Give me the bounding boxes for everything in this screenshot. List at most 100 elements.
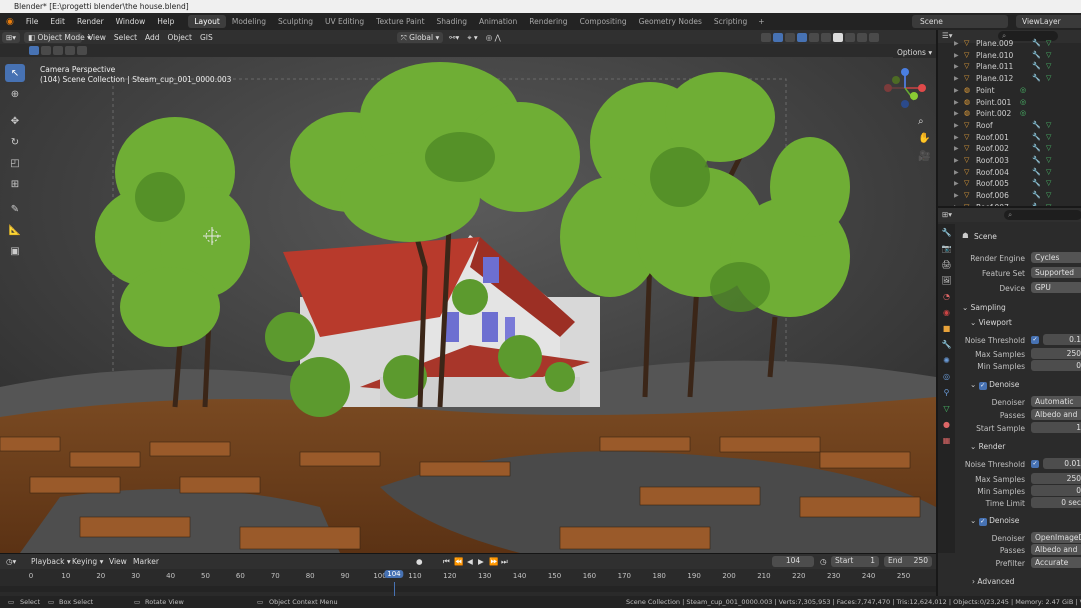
expand-arrow-icon[interactable]: ▶ <box>954 73 959 85</box>
use-preview-range-icon[interactable]: ◷ <box>820 557 827 566</box>
vp-max-samples-field[interactable]: 250 <box>1031 348 1081 359</box>
current-frame-field[interactable]: 104 <box>772 556 814 567</box>
vp-denoiser-dropdown[interactable]: Automatic <box>1031 396 1081 407</box>
modifier-icon[interactable]: 🔧 <box>1032 155 1041 167</box>
tab-animation[interactable]: Animation <box>473 15 523 28</box>
material-tab-icon[interactable]: ● <box>938 416 955 432</box>
add-cube-tool-icon[interactable]: ▣ <box>5 242 25 260</box>
outliner-item[interactable]: ▶ ▽ Roof.004 🔧 ▽ <box>938 167 1081 179</box>
expand-arrow-icon[interactable]: ▶ <box>954 155 959 167</box>
zoom-icon[interactable]: ⌕ <box>918 116 924 127</box>
properties-editor-type-icon[interactable]: ⊞▾ <box>942 210 952 219</box>
end-frame-field[interactable]: End 250 <box>884 556 932 567</box>
select-mode-invert-icon[interactable] <box>65 46 75 55</box>
vp-noise-threshold-checkbox[interactable]: ✓ <box>1031 336 1039 344</box>
menu-help[interactable]: Help <box>151 17 180 26</box>
modifier-icon[interactable]: 🔧 <box>1032 132 1041 144</box>
constraints-tab-icon[interactable]: ⚲ <box>938 384 955 400</box>
expand-arrow-icon[interactable]: ▶ <box>954 38 959 50</box>
expand-arrow-icon[interactable]: ▶ <box>954 190 959 202</box>
modifier-icon[interactable]: 🔧 <box>1032 120 1041 132</box>
modifier-icon[interactable]: 🔧 <box>1032 38 1041 50</box>
gizmo-toggle-icon[interactable] <box>772 32 783 42</box>
physics-tab-icon[interactable]: ◎ <box>938 368 955 384</box>
shading-solid-icon[interactable] <box>832 32 843 42</box>
tool-tab-icon[interactable]: 🔧 <box>938 224 955 240</box>
menu-edit[interactable]: Edit <box>44 17 71 26</box>
tab-sculpting[interactable]: Sculpting <box>272 15 319 28</box>
outliner-item[interactable]: ▶ ◍ Point ◎ <box>938 85 1081 97</box>
mesh-data-icon[interactable]: ▽ <box>1046 143 1051 155</box>
record-icon[interactable]: ● <box>416 557 423 566</box>
r-min-samples-field[interactable]: 0 <box>1031 485 1081 496</box>
scale-tool-icon[interactable]: ◰ <box>5 154 25 172</box>
vp-passes-dropdown[interactable]: Albedo and Norm <box>1031 409 1081 420</box>
play-reverse-icon[interactable]: ◀ <box>467 557 473 566</box>
play-icon[interactable]: ▶ <box>478 557 484 566</box>
r-noise-threshold-checkbox[interactable]: ✓ <box>1031 460 1039 468</box>
outliner-item[interactable]: ▶ ▽ Plane.011 🔧 ▽ <box>938 61 1081 73</box>
r-max-samples-field[interactable]: 250 <box>1031 473 1081 484</box>
tab-shading[interactable]: Shading <box>431 15 473 28</box>
transform-orientation-dropdown[interactable]: ⤧ Global ▾ <box>396 31 444 43</box>
editor-type-button[interactable]: ⊞▾ <box>2 31 21 43</box>
overlay-toggle-icon[interactable] <box>784 32 795 42</box>
menu-object[interactable]: Object <box>164 32 196 43</box>
vp-start-sample-field[interactable]: 1 <box>1031 422 1081 433</box>
start-frame-field[interactable]: Start 1 <box>831 556 879 567</box>
modifier-icon[interactable]: 🔧 <box>1032 50 1041 62</box>
modifier-icon[interactable]: 🔧 <box>1032 190 1041 202</box>
playhead[interactable]: 104 <box>384 570 404 578</box>
scene-tab-icon[interactable]: ◔ <box>938 288 955 304</box>
mesh-data-icon[interactable]: ▽ <box>1046 120 1051 132</box>
tab-geometry-nodes[interactable]: Geometry Nodes <box>633 15 708 28</box>
pan-hand-icon[interactable]: ✋ <box>918 133 930 144</box>
expand-arrow-icon[interactable]: ▶ <box>954 120 959 132</box>
modifier-icon[interactable]: 🔧 <box>1032 167 1041 179</box>
xray-icon[interactable] <box>808 32 819 42</box>
menu-add[interactable]: Add <box>141 32 164 43</box>
outliner-item[interactable]: ▶ ◍ Point.001 ◎ <box>938 97 1081 109</box>
blender-logo-icon[interactable]: ◉ <box>0 17 20 27</box>
pivot-icon[interactable]: ⚯▾ <box>445 32 463 43</box>
render-subpanel-header[interactable]: ⌄ Render <box>970 442 1005 451</box>
select-mode-intersect-icon[interactable] <box>77 46 87 55</box>
vp-noise-threshold-field[interactable]: 0.1 <box>1043 334 1081 345</box>
overlay-dropdown-icon[interactable] <box>796 32 807 42</box>
select-tool-icon[interactable]: ↖ <box>5 64 25 82</box>
view-layer-tab-icon[interactable]: 🖼 <box>938 272 955 288</box>
view-layer-selector[interactable]: ViewLayer <box>1016 15 1081 28</box>
expand-arrow-icon[interactable]: ▶ <box>954 85 959 97</box>
mode-dropdown[interactable]: ◧ Object Mode ▾ <box>24 31 91 43</box>
menu-playback[interactable]: Playback ▾ <box>31 557 71 566</box>
texture-tab-icon[interactable]: ▦ <box>938 432 955 448</box>
measure-tool-icon[interactable]: 📐 <box>5 221 25 239</box>
expand-arrow-icon[interactable]: ▶ <box>954 167 959 179</box>
modifier-icon[interactable]: 🔧 <box>1032 61 1041 73</box>
menu-file[interactable]: File <box>20 17 45 26</box>
timeline-scrollbar[interactable] <box>0 586 936 592</box>
shading-options-icon[interactable] <box>868 32 879 42</box>
proportional-edit-icon[interactable]: ◎ ⋀ <box>482 32 505 43</box>
r-denoiser-dropdown[interactable]: OpenImageDeno <box>1031 532 1081 543</box>
transform-tool-icon[interactable]: ⊞ <box>5 175 25 193</box>
vp-denoise-subpanel-header[interactable]: ⌄ ✓ Denoise <box>970 380 1019 390</box>
outliner-item[interactable]: ▶ ◍ Point.002 ◎ <box>938 108 1081 120</box>
timeline-menu-view[interactable]: View <box>109 557 127 566</box>
modifier-icon[interactable]: 🔧 <box>1032 178 1041 190</box>
rotate-tool-icon[interactable]: ↻ <box>5 133 25 151</box>
particles-tab-icon[interactable]: ✺ <box>938 352 955 368</box>
mesh-data-icon[interactable]: ▽ <box>1046 190 1051 202</box>
feature-set-dropdown[interactable]: Supported <box>1031 267 1081 278</box>
select-mode-new-icon[interactable] <box>29 46 39 55</box>
light-data-icon[interactable]: ◎ <box>1020 108 1026 120</box>
shading-wireframe-icon[interactable] <box>820 32 831 42</box>
select-mode-extend-icon[interactable] <box>41 46 51 55</box>
mesh-data-icon[interactable]: ▽ <box>1046 132 1051 144</box>
light-data-icon[interactable]: ◎ <box>1020 97 1026 109</box>
r-noise-threshold-field[interactable]: 0.01 <box>1043 458 1081 469</box>
mesh-data-icon[interactable]: ▽ <box>1046 167 1051 179</box>
render-tab-icon[interactable]: 📷 <box>938 240 955 256</box>
vp-min-samples-field[interactable]: 0 <box>1031 360 1081 371</box>
outliner-item[interactable]: ▶ ▽ Roof.002 🔧 ▽ <box>938 143 1081 155</box>
